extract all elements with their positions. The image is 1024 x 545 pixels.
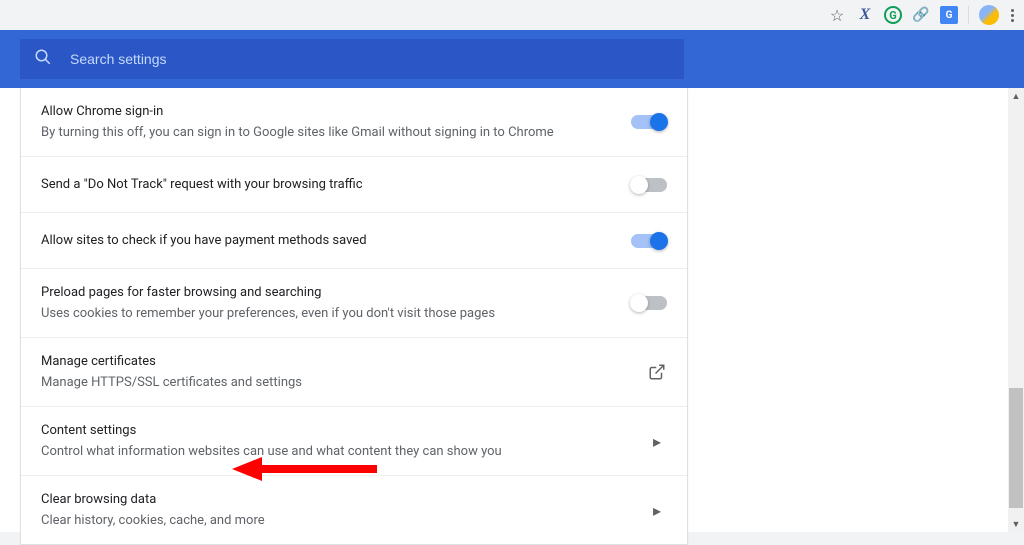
- profile-avatar[interactable]: [979, 5, 999, 25]
- browser-toolbar: ☆ X G 🔗 G: [0, 0, 1024, 30]
- row-text: Allow Chrome sign-in By turning this off…: [41, 102, 631, 142]
- row-title: Send a "Do Not Track" request with your …: [41, 175, 619, 195]
- row-desc: Clear history, cookies, cache, and more: [41, 511, 635, 531]
- settings-card: Allow Chrome sign-in By turning this off…: [20, 88, 688, 545]
- row-desc: Uses cookies to remember your preference…: [41, 304, 619, 324]
- chrome-menu-icon[interactable]: [1009, 7, 1016, 24]
- row-do-not-track: Send a "Do Not Track" request with your …: [21, 157, 687, 213]
- row-allow-chrome-signin: Allow Chrome sign-in By turning this off…: [21, 88, 687, 157]
- scroll-up-icon[interactable]: ▲: [1008, 88, 1024, 104]
- chevron-right-icon: ▸: [647, 431, 667, 451]
- row-title: Allow Chrome sign-in: [41, 102, 619, 122]
- extension-x-icon[interactable]: X: [856, 6, 874, 24]
- row-title: Preload pages for faster browsing and se…: [41, 283, 619, 303]
- link-extension-icon[interactable]: 🔗: [912, 6, 930, 24]
- toggle-preload[interactable]: [631, 296, 667, 310]
- toggle-allow-signin[interactable]: [631, 115, 667, 129]
- vertical-scrollbar[interactable]: ▲ ▼: [1008, 88, 1024, 532]
- row-content-settings[interactable]: Content settings Control what informatio…: [21, 407, 687, 476]
- settings-header: [0, 30, 1024, 88]
- row-clear-browsing-data[interactable]: Clear browsing data Clear history, cooki…: [21, 476, 687, 544]
- row-manage-certificates[interactable]: Manage certificates Manage HTTPS/SSL cer…: [21, 338, 687, 407]
- scroll-thumb[interactable]: [1009, 388, 1023, 508]
- search-icon: [34, 48, 52, 70]
- toolbar-divider: [968, 6, 969, 24]
- row-title: Manage certificates: [41, 352, 635, 372]
- scroll-down-icon[interactable]: ▼: [1008, 516, 1024, 532]
- row-title: Allow sites to check if you have payment…: [41, 231, 619, 251]
- toggle-payment-methods[interactable]: [631, 234, 667, 248]
- row-payment-methods: Allow sites to check if you have payment…: [21, 213, 687, 269]
- row-desc: By turning this off, you can sign in to …: [41, 123, 619, 143]
- toggle-do-not-track[interactable]: [631, 178, 667, 192]
- row-text: Manage certificates Manage HTTPS/SSL cer…: [41, 352, 647, 392]
- row-desc: Control what information websites can us…: [41, 442, 635, 462]
- row-preload-pages: Preload pages for faster browsing and se…: [21, 269, 687, 338]
- settings-content: Allow Chrome sign-in By turning this off…: [0, 88, 1024, 532]
- search-input[interactable]: [70, 51, 670, 67]
- grammarly-icon[interactable]: G: [884, 6, 902, 24]
- open-external-icon: [647, 362, 667, 382]
- row-text: Clear browsing data Clear history, cooki…: [41, 490, 647, 530]
- bookmark-star-icon[interactable]: ☆: [828, 6, 846, 24]
- row-text: Send a "Do Not Track" request with your …: [41, 175, 631, 195]
- row-text: Content settings Control what informatio…: [41, 421, 647, 461]
- row-title: Clear browsing data: [41, 490, 635, 510]
- row-desc: Manage HTTPS/SSL certificates and settin…: [41, 373, 635, 393]
- row-title: Content settings: [41, 421, 635, 441]
- row-text: Allow sites to check if you have payment…: [41, 231, 631, 251]
- row-text: Preload pages for faster browsing and se…: [41, 283, 631, 323]
- chevron-right-icon: ▸: [647, 500, 667, 520]
- google-translate-icon[interactable]: G: [940, 6, 958, 24]
- search-bar[interactable]: [20, 39, 684, 79]
